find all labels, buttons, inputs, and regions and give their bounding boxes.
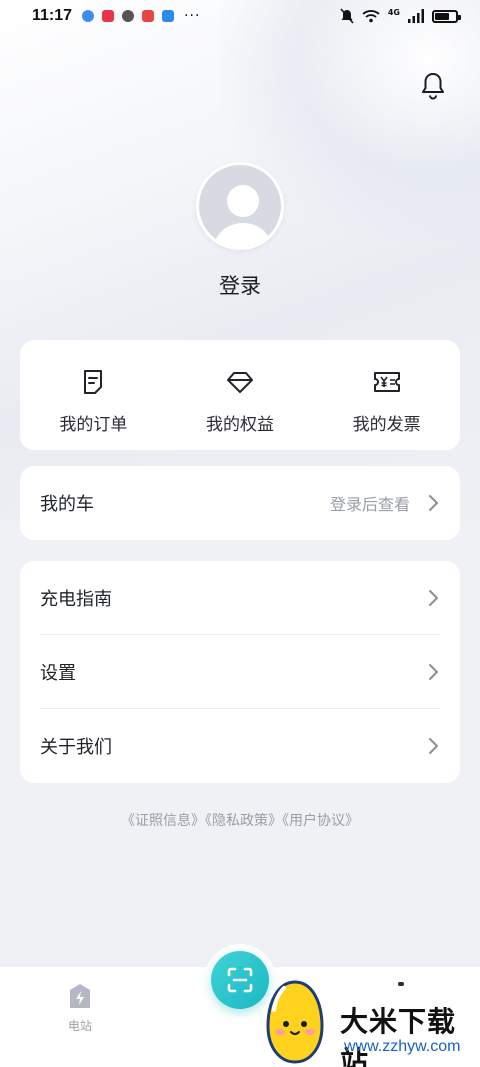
my-invoices-label: 我的发票	[352, 415, 421, 435]
chevron-right-icon	[429, 664, 438, 680]
chevron-right-icon	[429, 590, 438, 606]
browser-icon	[82, 10, 95, 22]
my-orders-button[interactable]: 我的订单	[20, 340, 167, 450]
my-benefits-button[interactable]: 我的权益	[167, 340, 314, 450]
my-car-row[interactable]: 我的车 登录后查看	[20, 466, 460, 540]
app-icon	[142, 10, 155, 22]
watermark-url: www.zzhyw.com	[344, 1038, 461, 1055]
menu-item-label: 充电指南	[40, 589, 112, 610]
tab-station-label: 电站	[67, 1019, 92, 1033]
menu-card: 充电指南 设置 关于我们	[20, 561, 460, 783]
menu-item-about-us[interactable]: 关于我们	[20, 709, 460, 783]
invoice-icon	[373, 372, 400, 392]
my-orders-label: 我的订单	[59, 415, 128, 435]
station-icon	[70, 984, 90, 1008]
wifi-icon	[362, 10, 380, 23]
login-button[interactable]: 登录	[0, 270, 480, 300]
news-icon	[102, 10, 115, 22]
scan-icon	[227, 967, 253, 993]
menu-item-settings[interactable]: 设置	[20, 635, 460, 709]
menu-item-label: 关于我们	[40, 737, 112, 758]
cloud-icon	[162, 10, 175, 22]
signal-icon	[408, 9, 424, 23]
watermark-title: 大米下载站	[340, 1005, 457, 1067]
rice-mascot-logo	[266, 980, 324, 1064]
privacy-policy-link[interactable]: 《隐私政策》	[205, 813, 282, 829]
my-benefits-label: 我的权益	[206, 415, 274, 435]
network-type: 4G	[387, 7, 400, 17]
my-car-card: 我的车 登录后查看	[20, 466, 460, 540]
status-bar: 11:17 ··· 4G	[0, 0, 480, 32]
watermark: 大米下载站 www.zzhyw.com	[262, 980, 480, 1067]
my-car-label: 我的车	[40, 494, 94, 515]
scan-button[interactable]	[211, 951, 269, 1009]
tab-station[interactable]: 电站	[56, 983, 104, 1034]
battery-icon	[432, 9, 461, 23]
user-agreement-link[interactable]: 《用户协议》	[282, 813, 359, 829]
chevron-right-icon	[429, 495, 438, 511]
legal-links: 《证照信息》《隐私政策》《用户协议》	[0, 810, 480, 830]
order-icon	[84, 370, 103, 394]
my-invoices-button[interactable]: 我的发票	[313, 340, 460, 450]
status-right: 4G	[340, 7, 461, 24]
license-info-link[interactable]: 《证照信息》	[121, 813, 205, 829]
mute-bell-icon	[340, 8, 354, 24]
notification-bell-icon[interactable]	[418, 70, 448, 100]
wechat-icon	[122, 10, 135, 22]
my-car-hint: 登录后查看	[329, 495, 410, 514]
more-notifications: ···	[184, 8, 201, 24]
diamond-icon	[227, 372, 253, 393]
avatar[interactable]	[196, 162, 284, 250]
quick-actions-card: 我的订单 我的权益 我的发票	[20, 340, 460, 450]
menu-item-charging-guide[interactable]: 充电指南	[20, 561, 460, 635]
chevron-right-icon	[429, 738, 438, 754]
status-time: 11:17	[32, 7, 73, 24]
menu-item-label: 设置	[40, 663, 76, 684]
